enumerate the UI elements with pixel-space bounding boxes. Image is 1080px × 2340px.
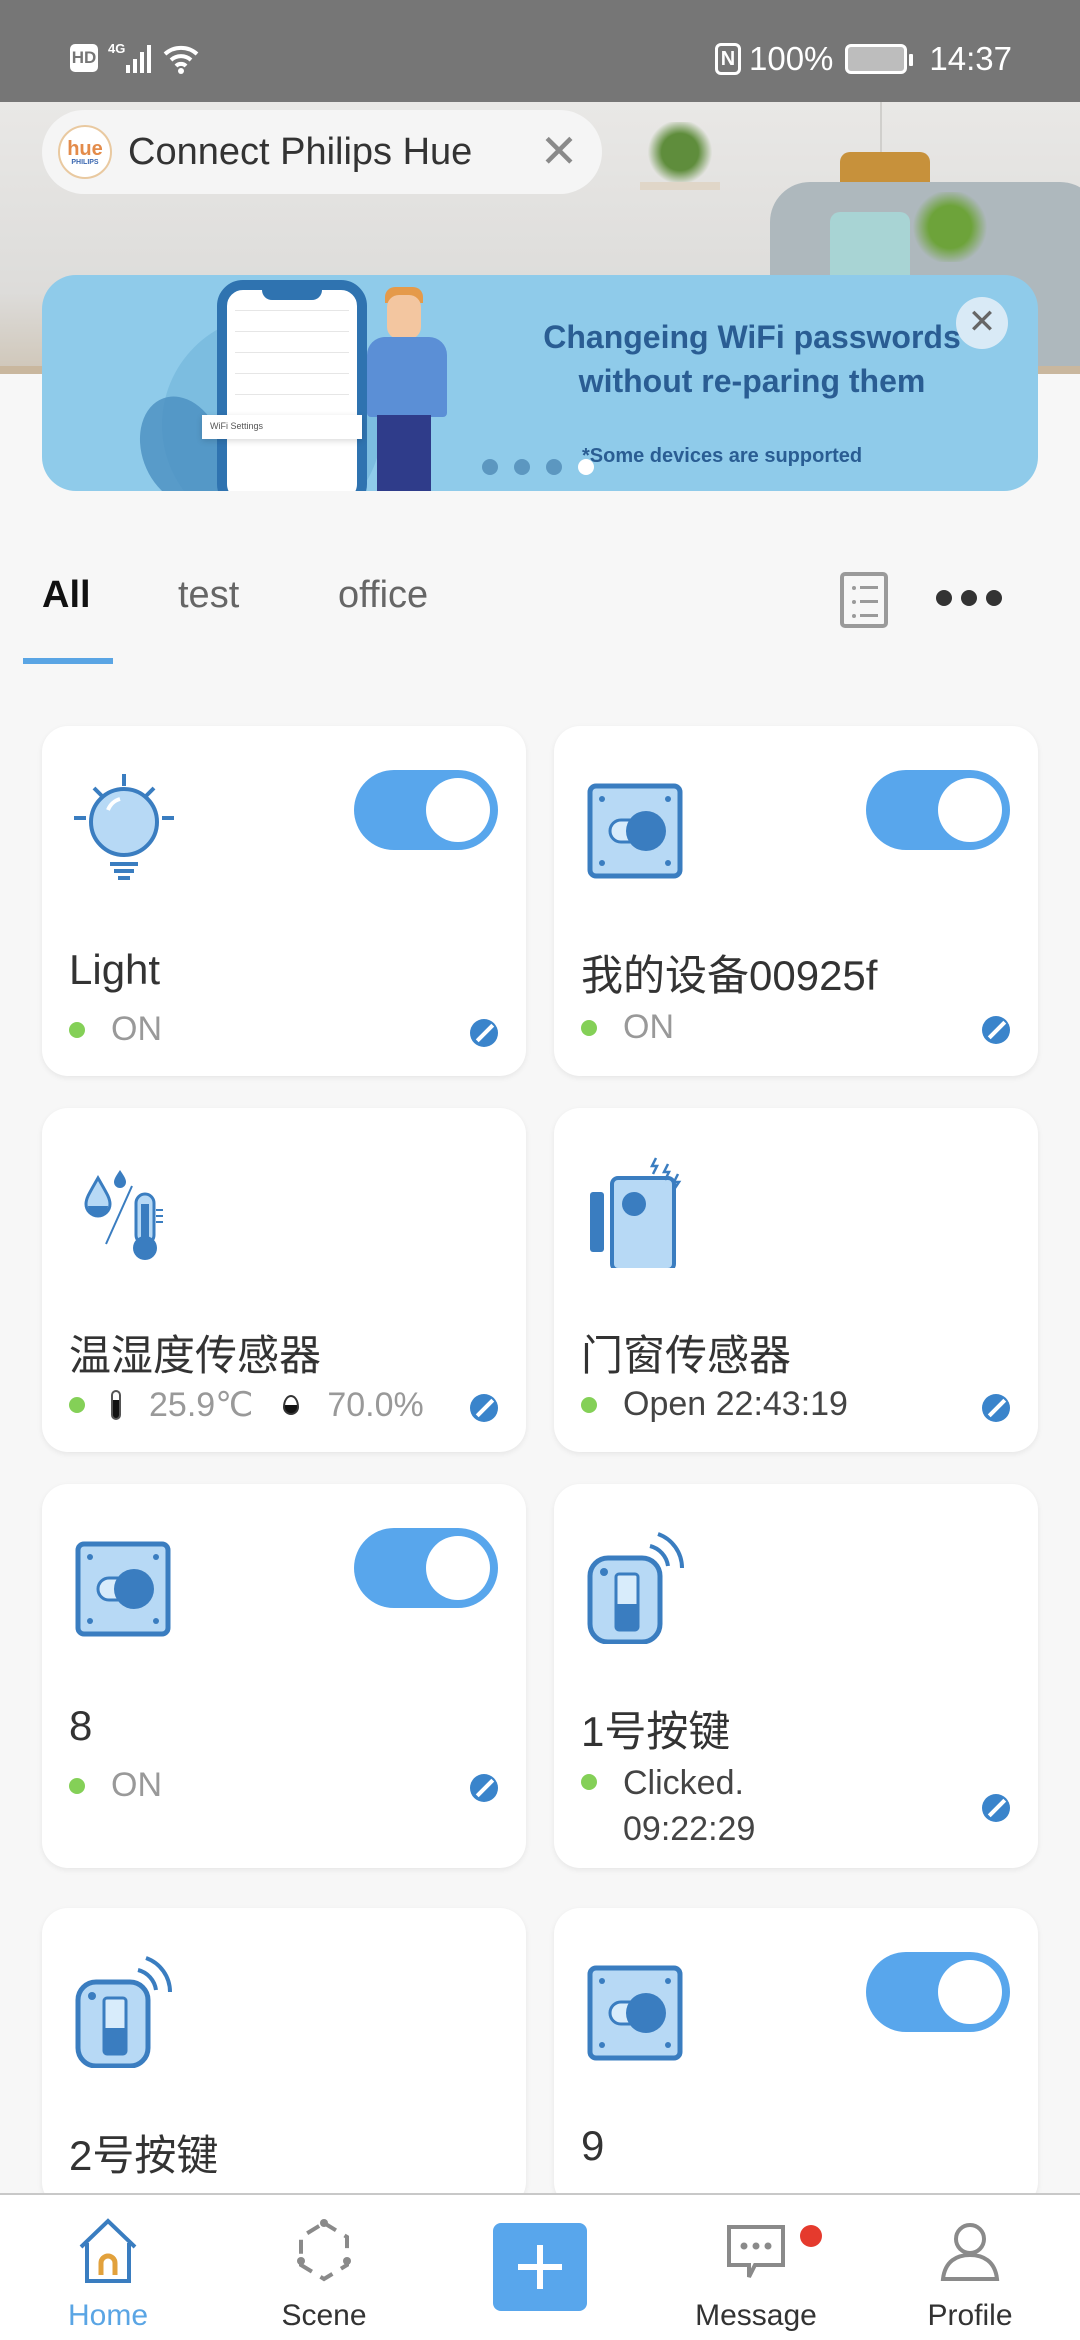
status-bar: HD 4G N 100% 14:37 — [0, 0, 1080, 102]
zigbee-icon — [470, 1774, 498, 1802]
device-status: Clicked. 09:22:29 — [581, 1760, 755, 1852]
phone-illustration — [217, 280, 367, 491]
device-name: Light — [69, 946, 161, 993]
temp-humidity-sensor-icon — [84, 1170, 163, 1260]
wireless-button-icon — [587, 1532, 685, 1644]
banner-subtitle: *Some devices are supported — [582, 445, 863, 467]
carousel-dot[interactable] — [482, 459, 498, 475]
online-indicator — [581, 1019, 597, 1036]
zigbee-icon — [982, 1016, 1010, 1044]
device-name: 9 — [581, 2122, 605, 2169]
scene-icon — [297, 2219, 351, 2282]
message-icon — [727, 2225, 785, 2278]
online-indicator — [69, 1397, 85, 1413]
wireless-button-icon — [75, 1956, 173, 2068]
battery-percent: 100% — [749, 40, 834, 77]
philips-hue-logo: hue PHILIPS — [58, 125, 112, 179]
close-icon[interactable]: ✕ — [956, 297, 1008, 349]
profile-icon — [940, 2223, 1000, 2281]
device-status: ON — [69, 1010, 162, 1049]
light-bulb-icon — [74, 774, 174, 880]
device-card[interactable]: 我的设备00925f ON — [554, 726, 1038, 1076]
cellular-signal-icon: 4G — [108, 41, 151, 73]
nfc-icon: N — [715, 43, 741, 75]
bottom-navigation: Home Scene Message Profile — [0, 2193, 1080, 2340]
tab-test[interactable]: test — [178, 574, 239, 617]
device-status: 25.9℃ 70.0% — [69, 1385, 424, 1425]
thermometer-icon — [111, 1390, 121, 1420]
home-icon — [79, 2218, 137, 2283]
device-card[interactable]: 9 — [554, 1908, 1038, 2208]
promo-banner[interactable]: WiFi Settings Changeing WiFi passwords w… — [42, 275, 1038, 491]
carousel-dot[interactable] — [514, 459, 530, 475]
switch-panel-icon — [75, 1541, 171, 1637]
connect-philips-hue-button[interactable]: hue PHILIPS Connect Philips Hue ✕ — [42, 110, 602, 194]
power-toggle[interactable] — [354, 1528, 498, 1608]
device-card[interactable]: 1号按键 Clicked. 09:22:29 — [554, 1484, 1038, 1868]
device-name: 2号按键 — [69, 2132, 219, 2179]
power-toggle[interactable] — [354, 770, 498, 850]
device-card[interactable]: 温湿度传感器 25.9℃ 70.0% — [42, 1108, 526, 1452]
humidity-value: 70.0% — [327, 1385, 424, 1424]
hd-icon: HD — [70, 44, 98, 72]
humidity-drop-icon — [283, 1395, 300, 1415]
zigbee-icon — [470, 1019, 498, 1047]
nav-message[interactable]: Message — [676, 2195, 836, 2340]
device-name: 门窗传感器 — [581, 1332, 792, 1379]
device-name: 我的设备00925f — [581, 952, 878, 999]
room-tabs: All test office — [0, 560, 1080, 670]
wifi-settings-illustration-row: WiFi Settings — [202, 415, 362, 439]
online-indicator — [69, 1777, 85, 1794]
nav-home[interactable]: Home — [28, 2195, 188, 2340]
nav-scene[interactable]: Scene — [244, 2195, 404, 2340]
device-status: ON — [581, 1008, 674, 1047]
tab-all[interactable]: All — [42, 574, 91, 617]
zigbee-icon — [982, 1394, 1010, 1422]
connect-philips-hue-label: Connect Philips Hue — [128, 130, 473, 173]
add-device-button[interactable] — [493, 2223, 587, 2311]
banner-title: Changeing WiFi passwords without re-pari… — [543, 319, 961, 399]
battery-charging-icon — [845, 44, 914, 74]
door-window-sensor-icon — [590, 1157, 682, 1268]
device-card[interactable]: 门窗传感器 Open 22:43:19 — [554, 1108, 1038, 1452]
notification-badge — [800, 2225, 822, 2247]
device-name: 温湿度传感器 — [69, 1332, 322, 1379]
close-icon[interactable]: ✕ — [536, 128, 582, 174]
device-card[interactable]: 8 ON — [42, 1484, 526, 1868]
tab-office[interactable]: office — [338, 574, 428, 617]
wifi-icon — [163, 45, 199, 74]
device-card[interactable]: 2号按键 Double clicked. — [42, 1908, 526, 2228]
list-icon[interactable] — [840, 572, 888, 628]
active-tab-indicator — [23, 658, 113, 664]
device-status: Open 22:43:19 — [581, 1385, 848, 1424]
carousel-indicator[interactable] — [482, 459, 594, 475]
online-indicator — [69, 1021, 85, 1038]
clock: 14:37 — [929, 40, 1012, 77]
switch-panel-icon — [587, 783, 683, 879]
online-indicator — [581, 1396, 597, 1413]
network-type-label: 4G — [108, 41, 126, 56]
device-status: ON — [69, 1766, 162, 1805]
device-name: 1号按键 — [581, 1708, 731, 1755]
switch-panel-icon — [587, 1965, 683, 2061]
device-card[interactable]: Light ON — [42, 726, 526, 1076]
device-name: 8 — [69, 1702, 93, 1749]
carousel-dot[interactable] — [546, 459, 562, 475]
zigbee-icon — [982, 1794, 1010, 1822]
temperature-value: 25.9℃ — [149, 1386, 254, 1424]
online-indicator — [581, 1774, 597, 1790]
zigbee-icon — [470, 1394, 498, 1422]
power-toggle[interactable] — [866, 1952, 1010, 2032]
power-toggle[interactable] — [866, 770, 1010, 850]
nav-profile[interactable]: Profile — [890, 2195, 1050, 2340]
more-icon[interactable] — [936, 590, 1002, 606]
